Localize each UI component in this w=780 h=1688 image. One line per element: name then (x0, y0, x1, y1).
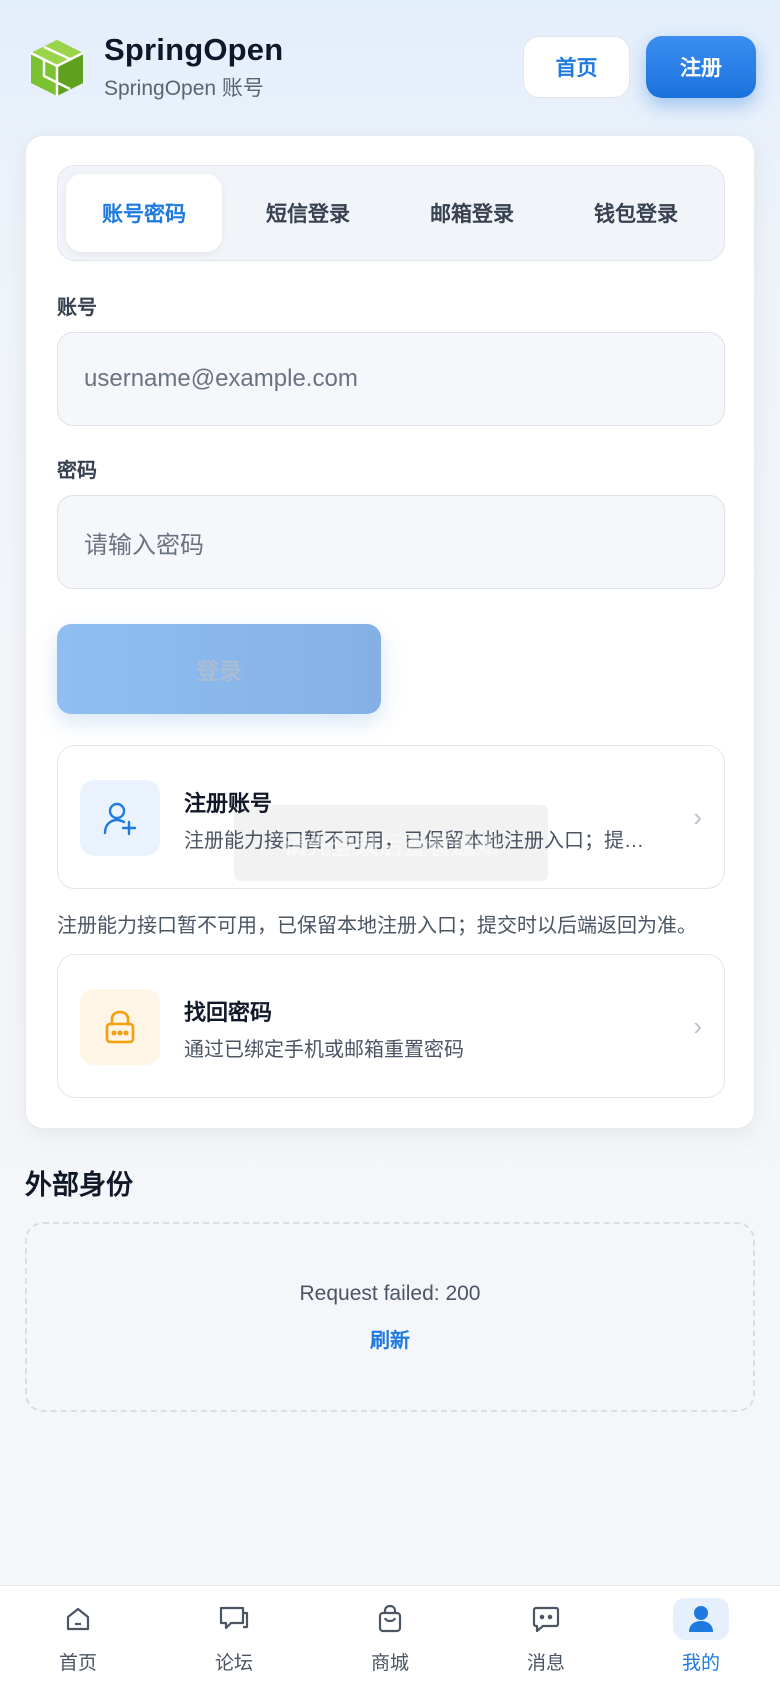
home-button[interactable]: 首页 (523, 36, 630, 98)
external-identity-title: 外部身份 (25, 1170, 133, 1200)
password-input[interactable]: 请输入密码 (57, 495, 725, 589)
tab-account-password[interactable]: 账号密码 (66, 174, 222, 252)
tab-email-login[interactable]: 邮箱登录 (394, 174, 550, 252)
message-icon (518, 1598, 574, 1640)
lock-icon (80, 989, 160, 1065)
nav-item-messages[interactable]: 消息 (501, 1598, 591, 1682)
tab-wallet-login[interactable]: 钱包登录 (558, 174, 714, 252)
login-card: 账号密码 短信登录 邮箱登录 钱包登录 账号 username@example.… (25, 135, 755, 1129)
recover-password-entry[interactable]: 找回密码 通过已绑定手机或邮箱重置密码 › (57, 954, 725, 1098)
nav-label-me: 我的 (681, 1653, 720, 1674)
login-button[interactable]: 登录 (57, 624, 381, 714)
chevron-right-icon: › (693, 802, 702, 832)
nav-label-home: 首页 (58, 1653, 97, 1674)
header: SpringOpen SpringOpen 账号 首页 注册 (0, 0, 780, 132)
brand-name: SpringOpen (104, 32, 284, 67)
refresh-button[interactable]: 刷新 (27, 1324, 753, 1353)
forum-icon (206, 1598, 262, 1640)
nav-label-forum: 论坛 (214, 1653, 253, 1674)
toast-message: 请先登录后查看通知 (234, 805, 548, 881)
external-identity-panel: Request failed: 200 刷新 (25, 1222, 755, 1412)
login-method-tabs: 账号密码 短信登录 邮箱登录 钱包登录 (57, 165, 725, 261)
nav-item-forum[interactable]: 论坛 (189, 1598, 279, 1682)
error-message: Request failed: 200 (299, 1282, 481, 1305)
springopen-logo-icon (30, 40, 84, 96)
nav-item-me[interactable]: 我的 (656, 1598, 746, 1682)
home-icon (50, 1598, 106, 1640)
bottom-nav: 首页 论坛 商城 消息 我的 (0, 1585, 780, 1688)
recover-password-title: 找回密码 (184, 1000, 273, 1025)
chevron-right-icon: › (693, 1011, 702, 1041)
nav-label-shop: 商城 (370, 1653, 409, 1674)
recover-password-desc: 通过已绑定手机或邮箱重置密码 (184, 1039, 464, 1061)
shop-bag-icon (362, 1598, 418, 1640)
account-input[interactable]: username@example.com (57, 332, 725, 426)
account-label: 账号 (57, 297, 97, 319)
tab-sms-login[interactable]: 短信登录 (230, 174, 386, 252)
user-icon (673, 1598, 729, 1640)
nav-label-messages: 消息 (526, 1653, 565, 1674)
brand-subtitle: SpringOpen 账号 (104, 77, 264, 100)
register-note: 注册能力接口暂不可用，已保留本地注册入口；提交时以后端返回为准。 (57, 915, 697, 937)
password-label: 密码 (57, 460, 97, 482)
register-button[interactable]: 注册 (646, 36, 756, 98)
nav-item-shop[interactable]: 商城 (345, 1598, 435, 1682)
user-plus-icon (80, 780, 160, 856)
nav-item-home[interactable]: 首页 (33, 1598, 123, 1682)
